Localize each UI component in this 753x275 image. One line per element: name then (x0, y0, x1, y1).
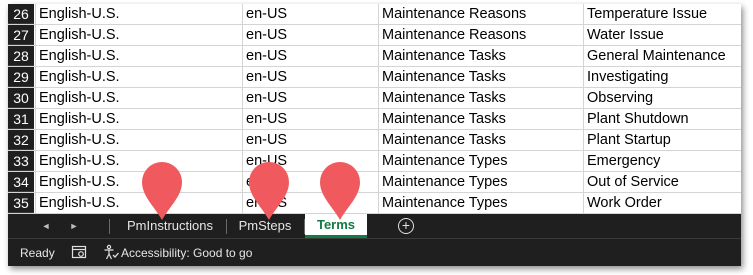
table-row: 27 English-U.S. en-US Maintenance Reasons Wa… (8, 25, 741, 46)
cell-term[interactable]: Investigating (583, 67, 741, 87)
table-row: 31 English-U.S. en-US Maintenance Tasks Plan… (8, 109, 741, 130)
table-row: 26 English-U.S. en-US Maintenance Reasons Te… (8, 4, 741, 25)
row-header[interactable]: 35 (8, 193, 34, 213)
cell-language[interactable]: English-U.S. (35, 130, 242, 150)
row-header[interactable]: 28 (8, 46, 34, 66)
sheet-tab-bar: ◄ ► PmInstructions PmSteps Terms + (8, 214, 741, 238)
table-row: 29 English-U.S. en-US Maintenance Tasks Inve… (8, 67, 741, 88)
cell-term[interactable]: Plant Shutdown (583, 109, 741, 129)
location-marker-icon (249, 162, 289, 220)
location-marker-icon (320, 162, 360, 220)
cell-category[interactable]: Maintenance Types (378, 172, 583, 192)
table-row: 28 English-U.S. en-US Maintenance Tasks Gene… (8, 46, 741, 67)
cell-locale-code[interactable]: en-US (242, 67, 378, 87)
excel-window: 26 English-U.S. en-US Maintenance Reasons Te… (8, 4, 741, 266)
table-row: 30 English-U.S. en-US Maintenance Tasks Obse… (8, 88, 741, 109)
cell-language[interactable]: English-U.S. (35, 109, 242, 129)
cell-locale-code[interactable]: en-US (242, 130, 378, 150)
row-header[interactable]: 31 (8, 109, 34, 129)
row-header[interactable]: 26 (8, 4, 34, 24)
table-row: 33 English-U.S. en-US Maintenance Types Emer… (8, 151, 741, 172)
cell-category[interactable]: Maintenance Tasks (378, 130, 583, 150)
scroll-tabs-right-icon[interactable]: ► (66, 218, 82, 234)
row-header[interactable]: 34 (8, 172, 34, 192)
cell-category[interactable]: Maintenance Types (378, 193, 583, 213)
cell-locale-code[interactable]: en-US (242, 25, 378, 45)
cell-term[interactable]: Plant Startup (583, 130, 741, 150)
cell-term[interactable]: General Maintenance (583, 46, 741, 66)
cell-language[interactable]: English-U.S. (35, 172, 242, 192)
cell-category[interactable]: Maintenance Types (378, 151, 583, 171)
row-header[interactable]: 29 (8, 67, 34, 87)
cell-language[interactable]: English-U.S. (35, 4, 242, 24)
macro-recorder-icon[interactable] (71, 244, 87, 260)
cell-language[interactable]: English-U.S. (35, 151, 242, 171)
accessibility-icon[interactable] (103, 244, 119, 260)
cell-language[interactable]: English-U.S. (35, 88, 242, 108)
spreadsheet-grid: 26 English-U.S. en-US Maintenance Reasons Te… (8, 4, 741, 214)
status-ready-text: Ready (20, 246, 55, 260)
cell-term[interactable]: Observing (583, 88, 741, 108)
table-row: 34English-U.S.en-USMaintenance TypesOut … (8, 172, 741, 193)
cell-category[interactable]: Maintenance Reasons (378, 4, 583, 24)
scroll-tabs-left-icon[interactable]: ◄ (38, 218, 54, 234)
cell-term[interactable]: Temperature Issue (583, 4, 741, 24)
location-marker-icon (142, 162, 182, 220)
cell-category[interactable]: Maintenance Tasks (378, 46, 583, 66)
cell-term[interactable]: Water Issue (583, 25, 741, 45)
cell-category[interactable]: Maintenance Tasks (378, 109, 583, 129)
cell-locale-code[interactable]: en-US (242, 46, 378, 66)
cell-language[interactable]: English-U.S. (35, 67, 242, 87)
cell-term[interactable]: Work Order (583, 193, 741, 213)
row-header[interactable]: 33 (8, 151, 34, 171)
table-row: 35English-U.S.en-USMaintenance TypesWork… (8, 193, 741, 214)
row-header[interactable]: 32 (8, 130, 34, 150)
cell-term[interactable]: Out of Service (583, 172, 741, 192)
cell-locale-code[interactable]: en-US (242, 4, 378, 24)
cell-locale-code[interactable]: en-US (242, 109, 378, 129)
add-sheet-icon[interactable]: + (398, 218, 414, 234)
row-header[interactable]: 30 (8, 88, 34, 108)
cell-category[interactable]: Maintenance Reasons (378, 25, 583, 45)
cell-term[interactable]: Emergency (583, 151, 741, 171)
table-row: 32 English-U.S. en-US Maintenance Tasks Plan… (8, 130, 741, 151)
accessibility-status-text[interactable]: Accessibility: Good to go (121, 246, 252, 260)
cell-category[interactable]: Maintenance Tasks (378, 67, 583, 87)
cell-category[interactable]: Maintenance Tasks (378, 88, 583, 108)
tab-divider (109, 219, 110, 234)
cell-locale-code[interactable]: en-US (242, 88, 378, 108)
cell-language[interactable]: English-U.S. (35, 193, 242, 213)
cell-language[interactable]: English-U.S. (35, 46, 242, 66)
tab-divider (226, 219, 227, 234)
cell-language[interactable]: English-U.S. (35, 25, 242, 45)
row-header[interactable]: 27 (8, 25, 34, 45)
status-bar: Ready Accessibility: Good to go (8, 238, 741, 266)
